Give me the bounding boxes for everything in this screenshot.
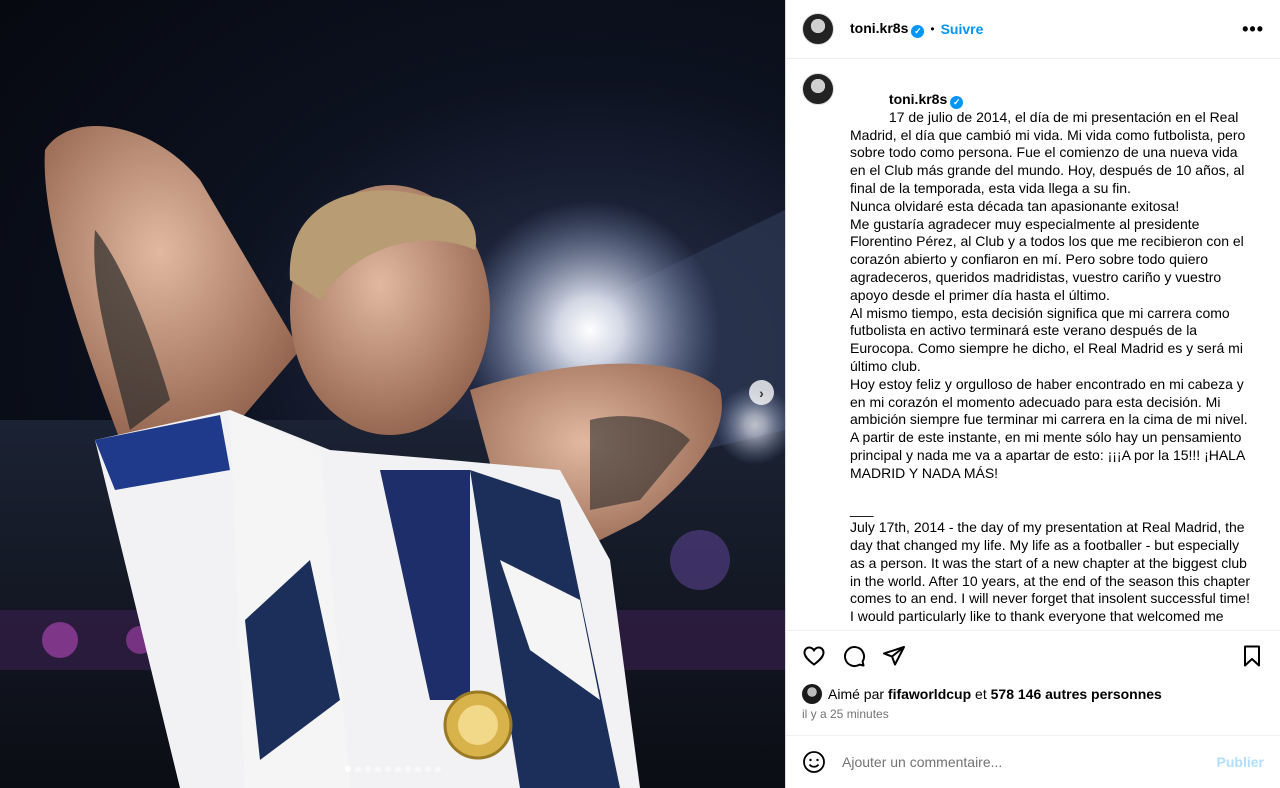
likes-summary: Aimé par fifaworldcup et 578 146 autres … xyxy=(802,684,1162,704)
post-photo xyxy=(0,126,785,788)
author-avatar[interactable] xyxy=(802,13,834,45)
publish-button[interactable]: Publier xyxy=(1217,754,1264,770)
instagram-post-modal: › toni.kr8s ✓ • Suivre ••• toni.kr8s ✓ 17 … xyxy=(0,0,1280,788)
like-heart-icon[interactable] xyxy=(802,644,826,668)
carousel-dot xyxy=(355,766,361,772)
caption-divider: ___ xyxy=(850,501,874,518)
liker-username[interactable]: fifaworldcup xyxy=(888,686,971,702)
post-caption: toni.kr8s ✓ 17 de julio de 2014, el día d… xyxy=(850,73,1252,629)
carousel-dot xyxy=(365,766,371,772)
carousel-dot xyxy=(435,766,441,772)
carousel-dot xyxy=(375,766,381,772)
carousel-dot xyxy=(395,766,401,772)
comment-input[interactable]: Ajouter un commentaire... xyxy=(842,754,1217,770)
caption-username-text[interactable]: toni.kr8s xyxy=(889,91,947,107)
post-timestamp[interactable]: il y a 25 minutes xyxy=(802,707,889,721)
carousel-dots xyxy=(345,766,441,772)
post-sidebar: toni.kr8s ✓ • Suivre ••• toni.kr8s ✓ 17 de… xyxy=(785,0,1280,788)
carousel-dot xyxy=(345,766,351,772)
carousel-dot xyxy=(415,766,421,772)
post-header: toni.kr8s ✓ • Suivre ••• xyxy=(786,0,1280,59)
post-media[interactable]: › xyxy=(0,0,785,788)
separator-dot: • xyxy=(930,22,935,36)
author-username[interactable]: toni.kr8s ✓ xyxy=(850,20,925,38)
verified-badge-icon: ✓ xyxy=(911,25,925,38)
post-actions xyxy=(786,630,1280,680)
likes-others-count[interactable]: 578 146 autres personnes xyxy=(991,686,1162,702)
follow-button[interactable]: Suivre xyxy=(941,21,984,37)
carousel-next-button[interactable]: › xyxy=(749,380,774,405)
caption-spanish-text: 17 de julio de 2014, el día de mi presen… xyxy=(850,108,1248,481)
caption-english-text: July 17th, 2014 - the day of my presenta… xyxy=(850,519,1251,629)
username-text[interactable]: toni.kr8s xyxy=(850,20,908,36)
carousel-dot xyxy=(385,766,391,772)
emoji-smiley-icon[interactable] xyxy=(802,750,826,774)
carousel-dot xyxy=(405,766,411,772)
carousel-dot xyxy=(425,766,431,772)
comment-bubble-icon[interactable] xyxy=(842,644,866,668)
caption-verified-badge-icon: ✓ xyxy=(950,95,964,109)
comment-bar: Ajouter un commentaire... Publier xyxy=(786,735,1280,788)
caption-username[interactable]: toni.kr8s ✓ xyxy=(889,91,964,109)
liker-avatar[interactable] xyxy=(802,684,822,704)
caption-author-avatar[interactable] xyxy=(802,73,834,105)
save-bookmark-icon[interactable] xyxy=(1240,644,1264,668)
caption-area: toni.kr8s ✓ 17 de julio de 2014, el día d… xyxy=(786,59,1280,629)
likes-prefix: Aimé par xyxy=(828,686,885,702)
share-paper-plane-icon[interactable] xyxy=(882,644,906,668)
more-options-icon[interactable]: ••• xyxy=(1242,19,1264,40)
likes-connector: et xyxy=(975,686,987,702)
